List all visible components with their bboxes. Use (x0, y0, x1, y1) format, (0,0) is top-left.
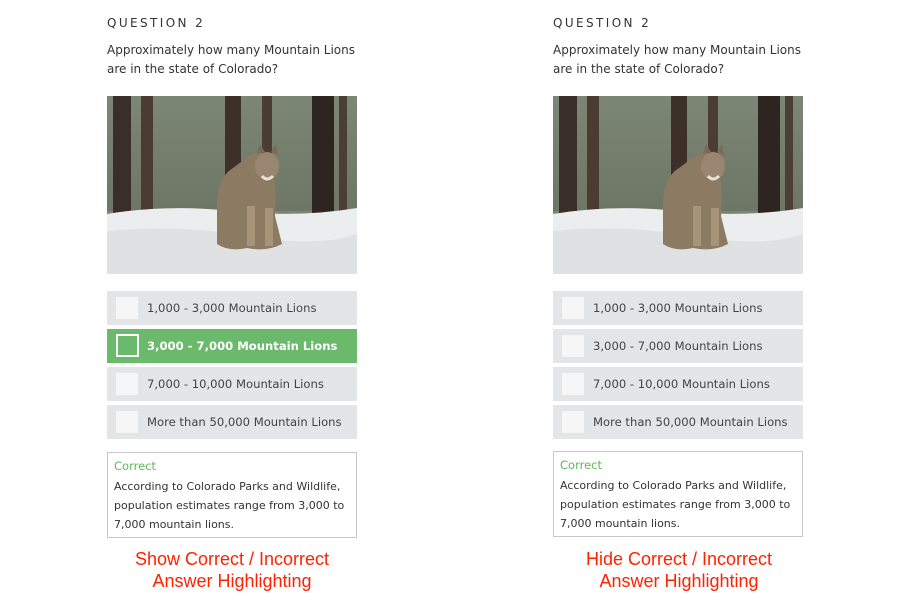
answer-label: 7,000 - 10,000 Mountain Lions (593, 377, 770, 391)
answer-option-1[interactable]: 1,000 - 3,000 Mountain Lions (107, 291, 357, 325)
mountain-lion-photo (553, 96, 803, 274)
caption-hide-highlighting: Hide Correct / Incorrect Answer Highligh… (519, 548, 839, 592)
checkbox[interactable] (562, 335, 584, 357)
answer-option-2[interactable]: 3,000 - 7,000 Mountain Lions (553, 329, 803, 363)
answer-options: 1,000 - 3,000 Mountain Lions 3,000 - 7,0… (553, 291, 803, 443)
answer-option-4[interactable]: More than 50,000 Mountain Lions (107, 405, 357, 439)
checkbox[interactable] (116, 411, 138, 433)
checkbox[interactable] (562, 411, 584, 433)
checkbox[interactable] (116, 373, 138, 395)
checkbox[interactable] (562, 373, 584, 395)
question-text: Approximately how many Mountain Lions ar… (107, 43, 355, 76)
answer-label: More than 50,000 Mountain Lions (593, 415, 788, 429)
feedback-box: Correct According to Colorado Parks and … (107, 452, 357, 538)
feedback-text: According to Colorado Parks and Wildlife… (560, 479, 791, 530)
answer-option-3[interactable]: 7,000 - 10,000 Mountain Lions (553, 367, 803, 401)
answer-option-4[interactable]: More than 50,000 Mountain Lions (553, 405, 803, 439)
checkbox[interactable] (116, 334, 139, 357)
caption-show-highlighting: Show Correct / Incorrect Answer Highligh… (72, 548, 392, 592)
answer-options: 1,000 - 3,000 Mountain Lions 3,000 - 7,0… (107, 291, 357, 443)
feedback-text: According to Colorado Parks and Wildlife… (114, 480, 345, 531)
feedback-status: Correct (114, 459, 156, 473)
checkbox[interactable] (562, 297, 584, 319)
answer-label: 1,000 - 3,000 Mountain Lions (147, 301, 317, 315)
caption-line-2: Answer Highlighting (152, 571, 312, 591)
answer-option-2-correct[interactable]: 3,000 - 7,000 Mountain Lions (107, 329, 357, 363)
caption-line-1: Hide Correct / Incorrect (585, 549, 773, 569)
answer-label: 1,000 - 3,000 Mountain Lions (593, 301, 763, 315)
question-text: Approximately how many Mountain Lions ar… (553, 43, 801, 76)
answer-label: 7,000 - 10,000 Mountain Lions (147, 377, 324, 391)
answer-label: 3,000 - 7,000 Mountain Lions (593, 339, 763, 353)
answer-label: More than 50,000 Mountain Lions (147, 415, 342, 429)
answer-option-1[interactable]: 1,000 - 3,000 Mountain Lions (553, 291, 803, 325)
checkbox[interactable] (116, 297, 138, 319)
feedback-status: Correct (560, 458, 602, 472)
caption-line-2: Answer Highlighting (599, 571, 759, 591)
feedback-box: Correct According to Colorado Parks and … (553, 451, 803, 537)
mountain-lion-photo (107, 96, 357, 274)
answer-option-3[interactable]: 7,000 - 10,000 Mountain Lions (107, 367, 357, 401)
answer-label: 3,000 - 7,000 Mountain Lions (147, 339, 338, 353)
question-number: QUESTION 2 (553, 16, 652, 30)
question-number: QUESTION 2 (107, 16, 206, 30)
caption-line-1: Show Correct / Incorrect (134, 549, 330, 569)
